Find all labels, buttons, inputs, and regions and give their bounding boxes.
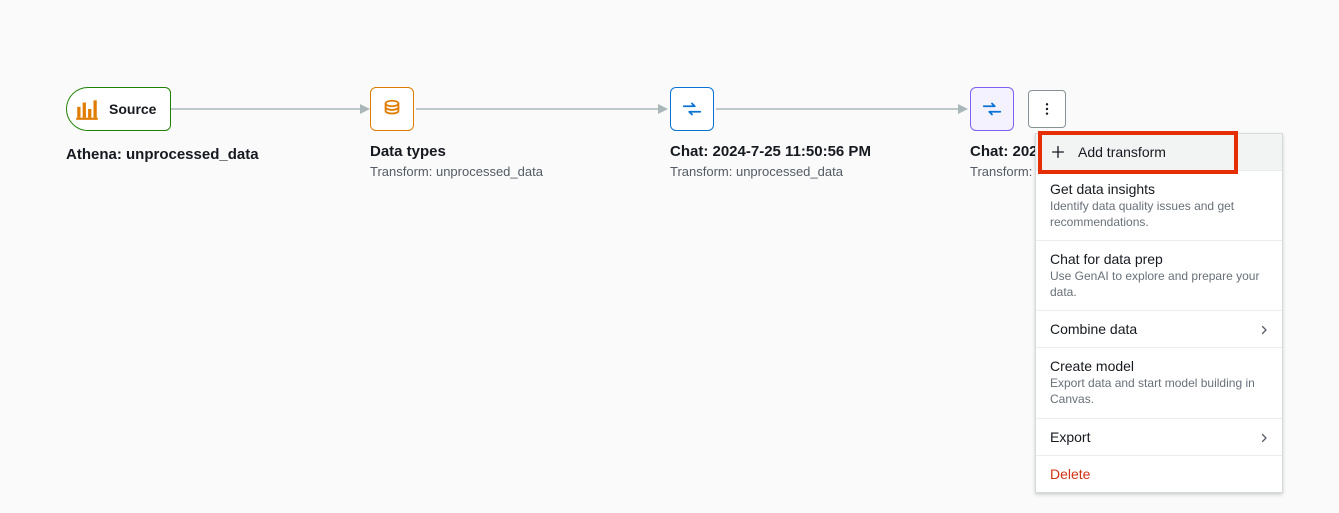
menu-item-label: Chat for data prep xyxy=(1050,251,1268,267)
menu-chat-prep[interactable]: Chat for data prep Use GenAI to explore … xyxy=(1036,241,1282,311)
node-data-types[interactable]: Data types Transform: unprocessed_data xyxy=(370,87,640,179)
menu-item-label: Delete xyxy=(1050,466,1268,482)
node-overflow-button[interactable] xyxy=(1028,90,1066,128)
menu-item-label: Combine data xyxy=(1050,321,1268,337)
source-title: Athena: unprocessed_data xyxy=(66,146,259,163)
menu-create-model[interactable]: Create model Export data and start model… xyxy=(1036,348,1282,418)
more-vertical-icon xyxy=(1039,101,1055,117)
menu-item-label: Add transform xyxy=(1078,144,1166,160)
node-title: Data types xyxy=(370,143,640,160)
connector-1 xyxy=(170,103,370,117)
database-icon xyxy=(370,87,414,131)
chevron-right-icon xyxy=(1258,323,1270,339)
node-subtitle: Transform: unprocessed_data xyxy=(370,164,640,179)
menu-combine-data[interactable]: Combine data xyxy=(1036,311,1282,348)
source-pill-label: Source xyxy=(109,101,160,117)
node-chat-1[interactable]: Chat: 2024-7-25 11:50:56 PM Transform: u… xyxy=(670,87,940,179)
transform-icon xyxy=(670,87,714,131)
menu-item-label: Create model xyxy=(1050,358,1268,374)
athena-icon xyxy=(73,95,101,123)
node-title: Chat: 2024-7-25 11:50:56 PM xyxy=(670,143,940,160)
menu-item-desc: Export data and start model building in … xyxy=(1050,376,1268,407)
source-node[interactable]: Source xyxy=(66,87,171,131)
node-context-menu: Add transform Get data insights Identify… xyxy=(1035,133,1283,493)
menu-get-insights[interactable]: Get data insights Identify data quality … xyxy=(1036,171,1282,241)
menu-item-label: Export xyxy=(1050,429,1268,445)
menu-add-transform[interactable]: Add transform xyxy=(1036,134,1282,171)
menu-item-desc: Use GenAI to explore and prepare your da… xyxy=(1050,269,1268,300)
menu-item-desc: Identify data quality issues and get rec… xyxy=(1050,199,1268,230)
transform-icon xyxy=(970,87,1014,131)
menu-export[interactable]: Export xyxy=(1036,419,1282,456)
plus-icon xyxy=(1050,144,1066,160)
menu-item-label: Get data insights xyxy=(1050,181,1268,197)
node-subtitle: Transform: unprocessed_data xyxy=(670,164,940,179)
chevron-right-icon xyxy=(1258,431,1270,447)
menu-delete[interactable]: Delete xyxy=(1036,456,1282,492)
flow-canvas: { "source": { "pill_label": "Source", "t… xyxy=(0,0,1339,513)
